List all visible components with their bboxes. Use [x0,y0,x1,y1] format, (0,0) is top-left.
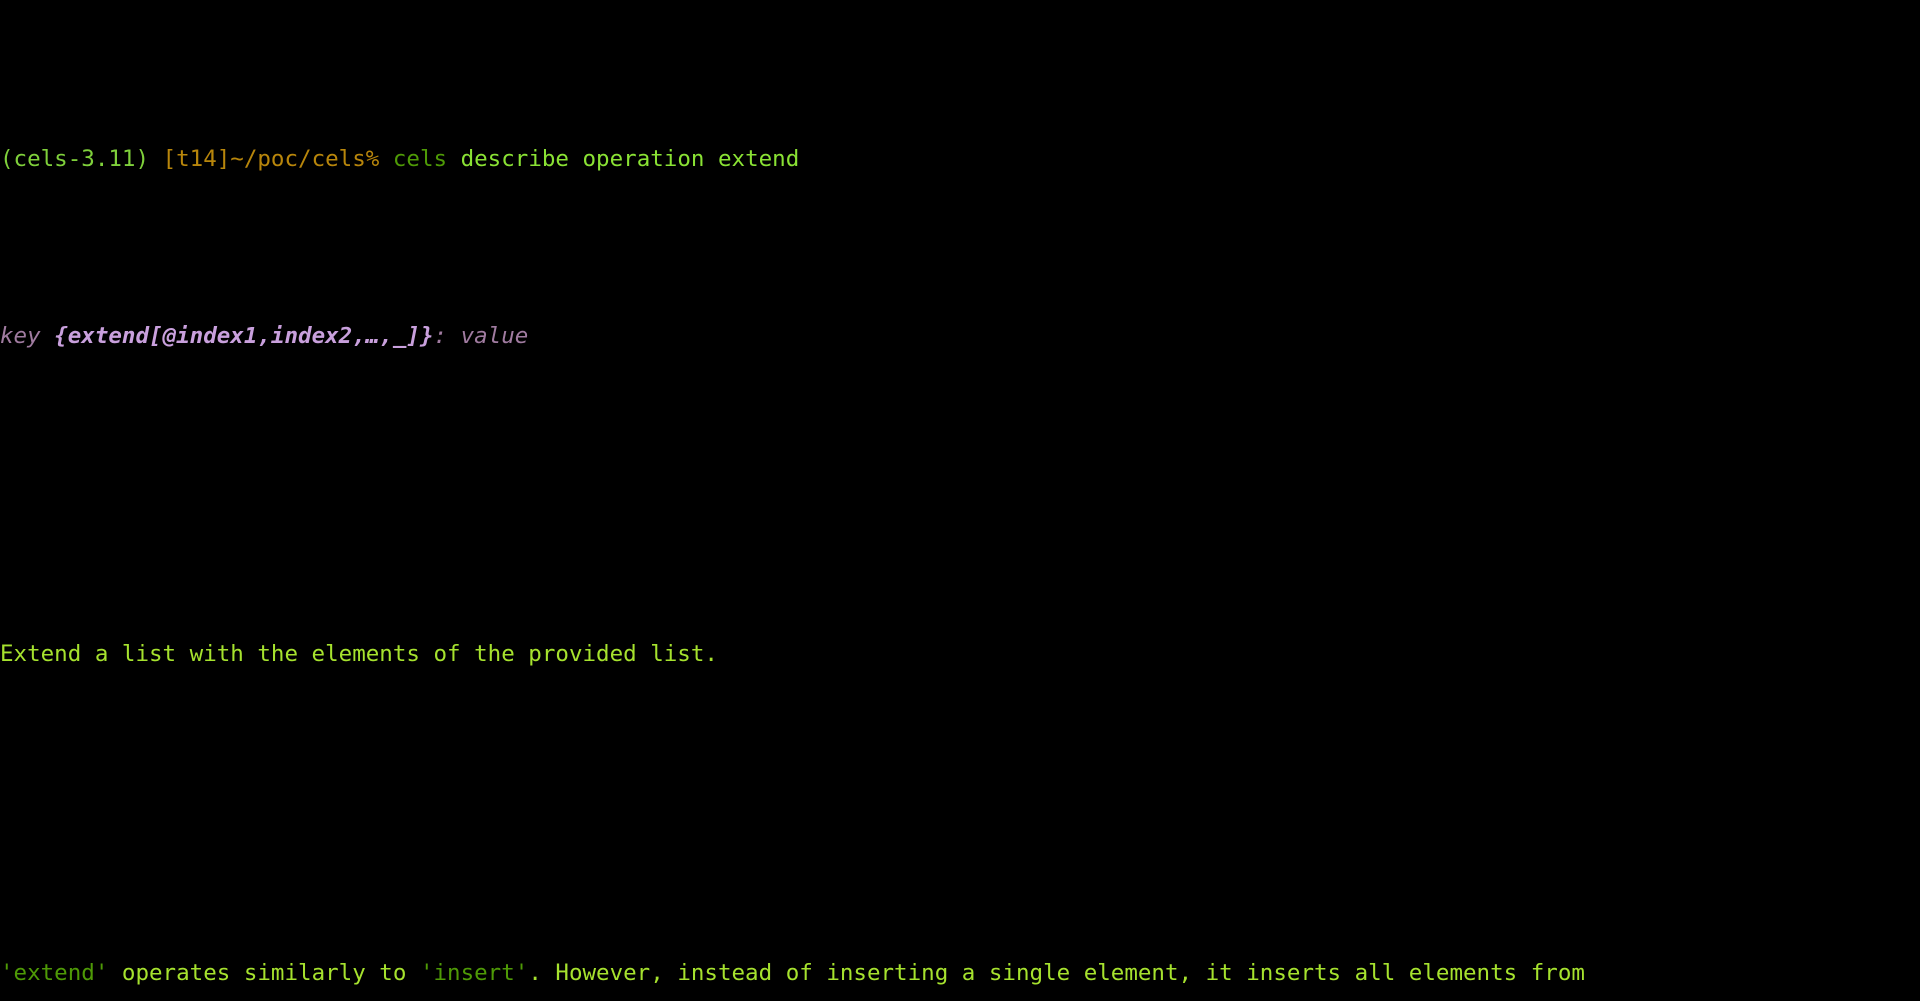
description-text: . However, instead of inserting a single… [528,959,1585,986]
signature-key-word: key [0,322,55,349]
command-name: cels [392,145,448,172]
signature-index-part: [@index1,index2,…,_] [149,322,420,349]
virtualenv-indicator: (cels-3.11) [0,145,150,172]
literal-insert: 'insert' [419,959,529,986]
prompt-path: [t14]~/poc/cels% [162,145,380,172]
summary-line: Extend a list with the elements of the p… [0,637,1920,672]
summary-text: Extend a list with the elements of the p… [0,641,718,668]
key-signature-line: key {extend[@index1,index2,…,_]}: value [0,319,1920,354]
shell-prompt-line: (cels-3.11) [t14]~/poc/cels% cels descri… [0,142,1920,177]
description-line-1: 'extend' operates similarly to 'insert'.… [0,956,1920,991]
description-text: operates similarly to [108,959,420,986]
signature-value-word: value [460,322,529,349]
command-arguments: describe operation extend [460,145,800,172]
signature-brace-open: {extend [54,322,150,349]
signature-brace-close: } [419,322,434,349]
literal-extend: 'extend' [0,959,109,986]
terminal-window[interactable]: (cels-3.11) [t14]~/poc/cels% cels descri… [0,0,1920,1001]
signature-colon: : [433,322,461,349]
